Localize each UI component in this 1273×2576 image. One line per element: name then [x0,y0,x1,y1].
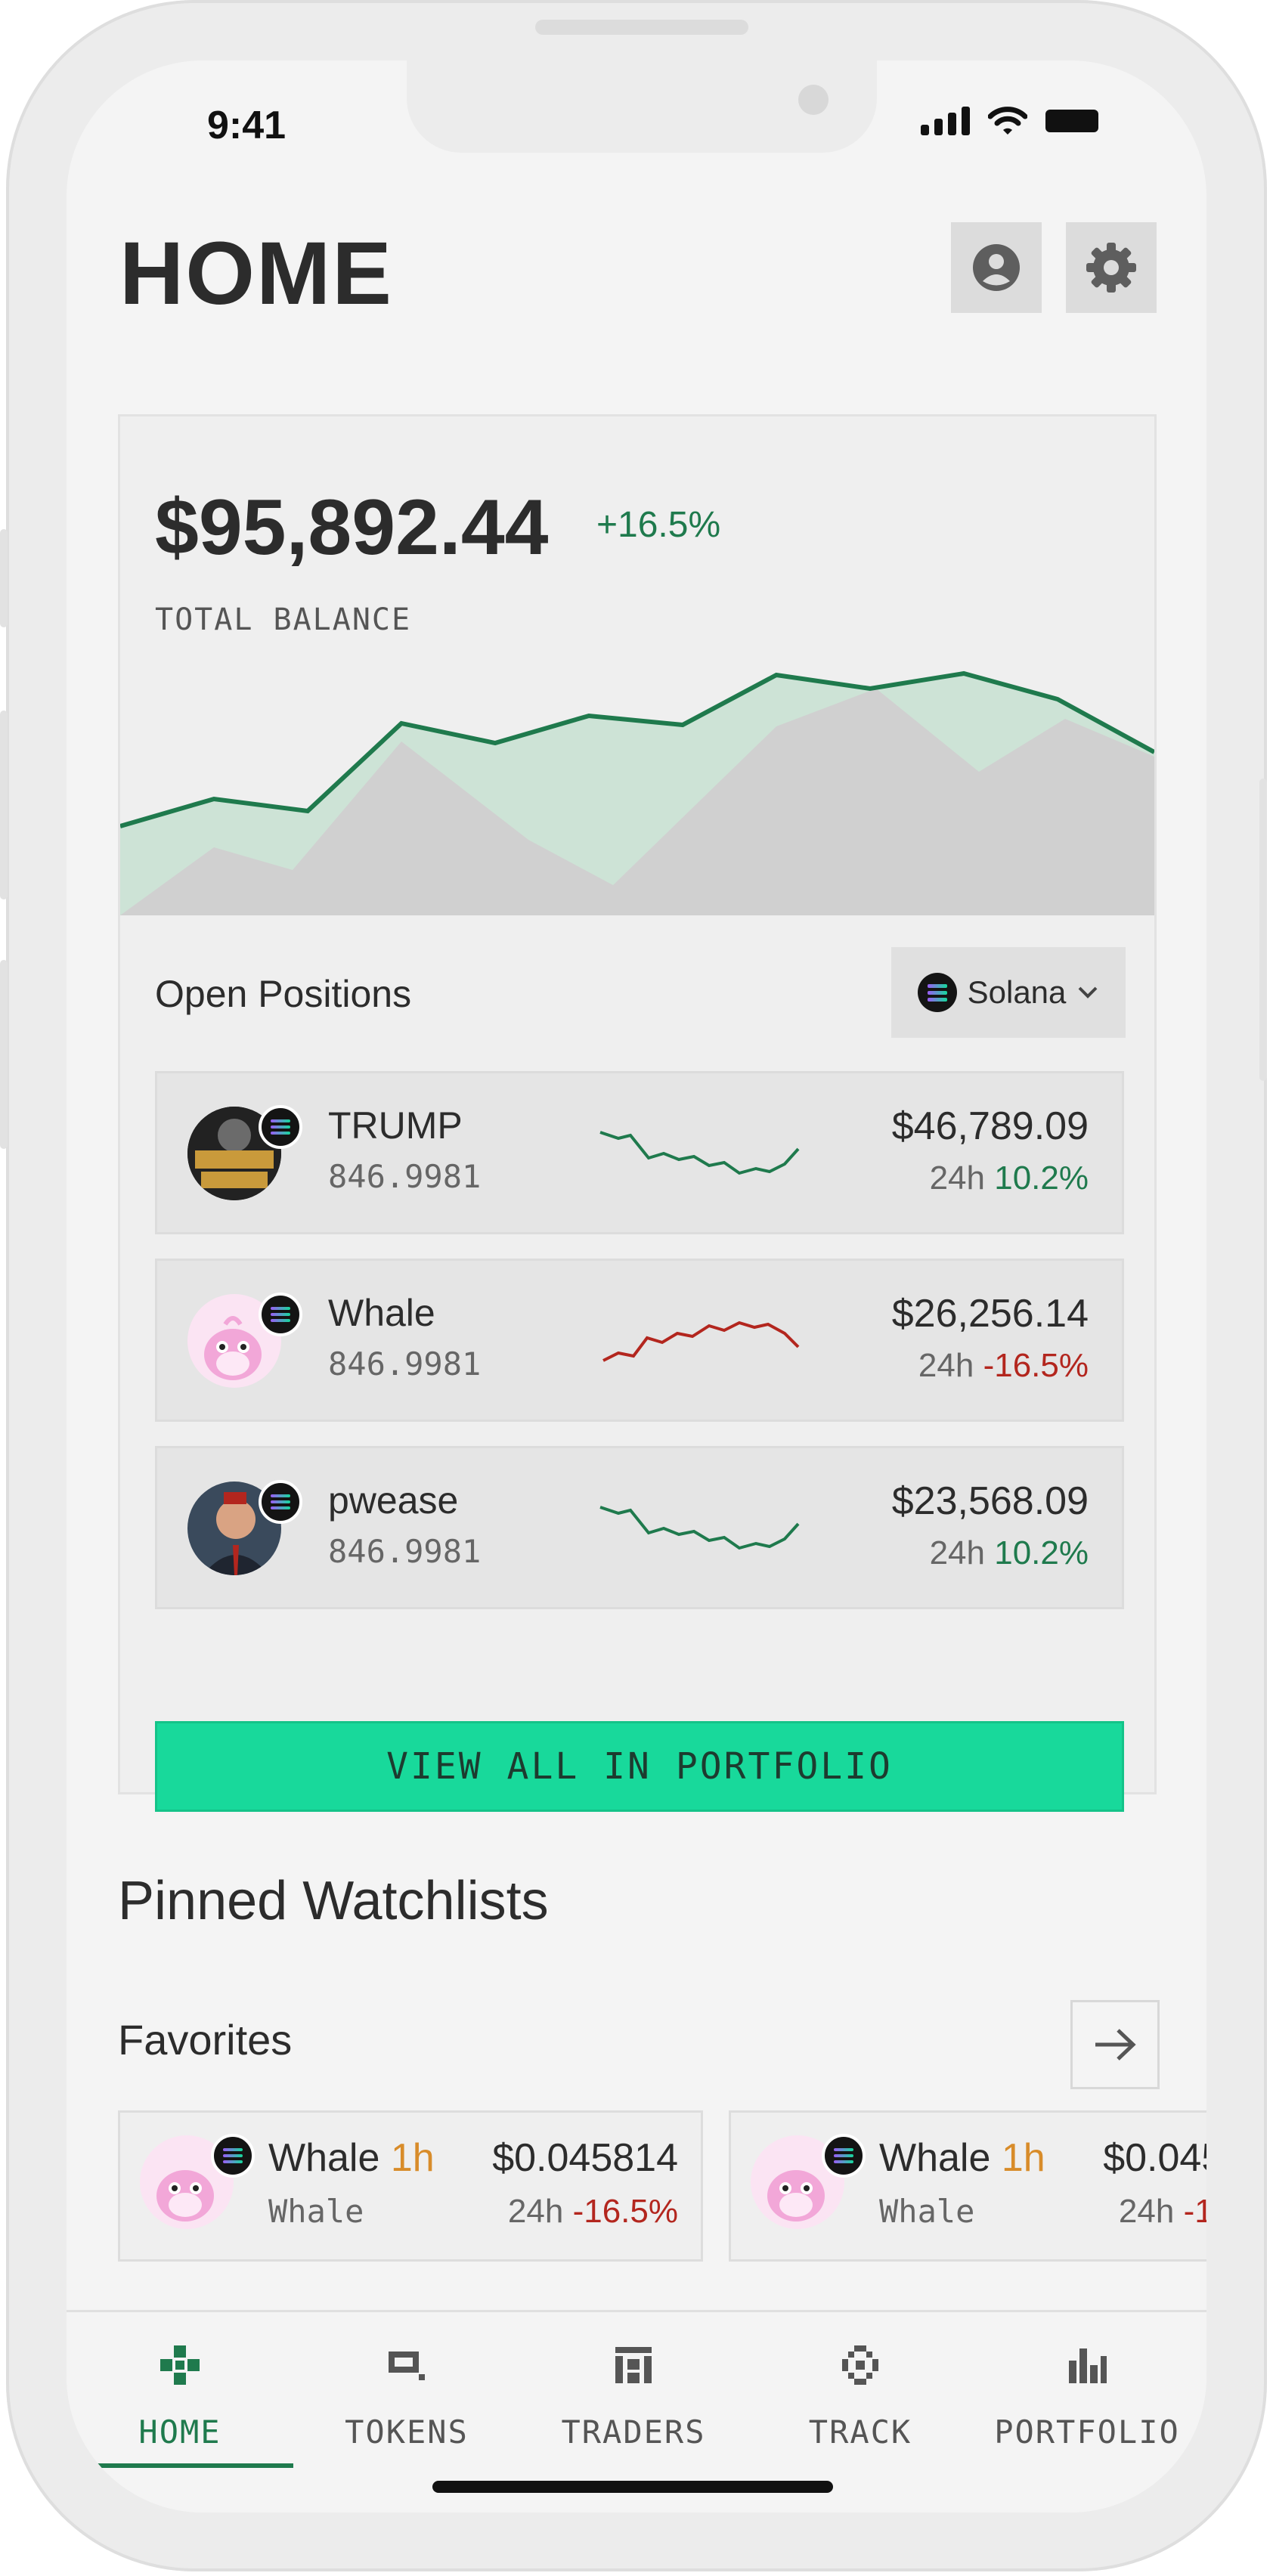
home-indicator [432,2481,833,2493]
token-name: TRUMP [328,1104,463,1147]
position-row[interactable]: pwease 846.9981 $23,568.09 24h 10.2% [155,1446,1124,1609]
nav-label: TRADERS [561,2413,706,2451]
track-icon [838,2342,883,2388]
token-name: Whale [328,1292,435,1334]
screen: 9:41 HOME $95,892.44 +16.5% TOTAL BALANC… [67,60,1206,2513]
watchlist-token-sub: Whale [268,2193,364,2230]
token-amount: 846.9981 [328,1158,482,1195]
solana-badge-icon [211,2134,255,2178]
change-period: 24h [929,1534,985,1571]
watchlist-token-sub: Whale [879,2193,975,2230]
position-change: 24h 10.2% [930,1534,1089,1572]
side-button [1259,779,1267,1081]
nav-label: TRACK [808,2413,912,2451]
watchlist-card[interactable]: Whale 1h Whale $0.045814 24h -16.5% [118,2110,703,2262]
position-row[interactable]: Whale 846.9981 $26,256.14 24h -16.5% [155,1259,1124,1422]
pinned-watchlists-title: Pinned Watchlists [118,1871,549,1931]
total-balance-value: $95,892.44 [155,484,549,571]
portfolio-bars-icon [1064,2342,1110,2388]
gear-icon [1086,243,1136,293]
sparkline [602,1321,800,1362]
timeframe-label: 1h [390,2136,435,2180]
open-positions-title: Open Positions [155,973,412,1015]
user-circle-icon [973,244,1020,291]
sparkline [599,1506,800,1550]
signal-icon [921,107,970,135]
position-change: 24h -16.5% [918,1347,1089,1385]
traders-icon [611,2342,656,2388]
nav-tokens[interactable]: TOKENS [293,2312,520,2463]
watchlist-open-button[interactable] [1070,2000,1160,2089]
watchlist-token-name: Whale 1h [268,2136,435,2180]
watchlist-price: $0.045814 [492,2136,678,2180]
balance-card: $95,892.44 +16.5% TOTAL BALANCE Open Pos… [118,414,1157,1812]
status-time: 9:41 [207,104,287,147]
solana-badge-icon [259,1105,302,1149]
solana-badge-icon [259,1293,302,1336]
position-change: 24h 10.2% [930,1160,1089,1197]
watchlist-change: 24h -16.5% [507,2193,678,2230]
nav-portfolio[interactable]: PORTFOLIO [974,2312,1200,2463]
token-amount: 846.9981 [328,1533,482,1570]
status-icons [921,106,1098,136]
watchlist-price: $0.045814 [1103,2136,1206,2180]
sparkline [599,1131,800,1175]
profile-button[interactable] [951,222,1042,313]
nav-track[interactable]: TRACK [747,2312,974,2463]
arrow-right-icon [1095,2029,1136,2060]
balance-chart [120,670,1154,915]
battery-icon [1045,110,1098,132]
change-period: 24h [929,1160,985,1197]
position-value: $26,256.14 [891,1292,1089,1336]
view-all-portfolio-button[interactable]: VIEW ALL IN PORTFOLIO [155,1721,1124,1812]
timeframe-label: 1h [1001,2136,1045,2180]
side-button [0,711,8,899]
chevron-down-icon [1078,986,1098,999]
total-balance-label: TOTAL BALANCE [155,602,412,637]
home-grid-icon [157,2342,203,2388]
solana-badge-icon [822,2134,866,2178]
phone-frame: 9:41 HOME $95,892.44 +16.5% TOTAL BALANC… [0,0,1267,2571]
token-name: pwease [328,1479,459,1522]
nav-label: HOME [138,2413,221,2451]
nav-home[interactable]: HOME [67,2312,293,2468]
watchlist-name: Favorites [118,2016,293,2064]
balance-change: +16.5% [596,505,721,545]
position-row[interactable]: TRUMP 846.9981 $46,789.09 24h 10.2% [155,1071,1124,1234]
change-period: 24h [918,1347,974,1384]
watchlist-token-name: Whale 1h [879,2136,1045,2180]
speaker [535,20,748,35]
camera [798,85,829,115]
nav-label: TOKENS [345,2413,469,2451]
settings-button[interactable] [1066,222,1157,313]
side-button [0,960,8,1149]
nav-traders[interactable]: TRADERS [520,2312,747,2463]
chain-selector-label: Solana [967,974,1067,1010]
solana-icon [917,973,957,1012]
tokens-icon [384,2342,429,2388]
wifi-icon [988,107,1027,135]
page-title: HOME [119,224,393,324]
nav-label: PORTFOLIO [994,2413,1180,2451]
solana-badge-icon [259,1480,302,1524]
position-value: $23,568.09 [891,1479,1089,1523]
change-percent: 10.2% [994,1534,1089,1571]
change-percent: 10.2% [994,1160,1089,1197]
change-percent: -16.5% [983,1347,1089,1384]
watchlist-change: 24h -16.5% [1118,2193,1206,2230]
watchlist-card[interactable]: Whale 1h Whale $0.045814 24h -16.5% [729,2110,1206,2262]
token-amount: 846.9981 [328,1345,482,1382]
chain-selector[interactable]: Solana [891,947,1126,1038]
notch [407,60,877,153]
position-value: $46,789.09 [891,1104,1089,1148]
side-button [0,529,8,627]
nav-active-indicator [67,2463,293,2468]
